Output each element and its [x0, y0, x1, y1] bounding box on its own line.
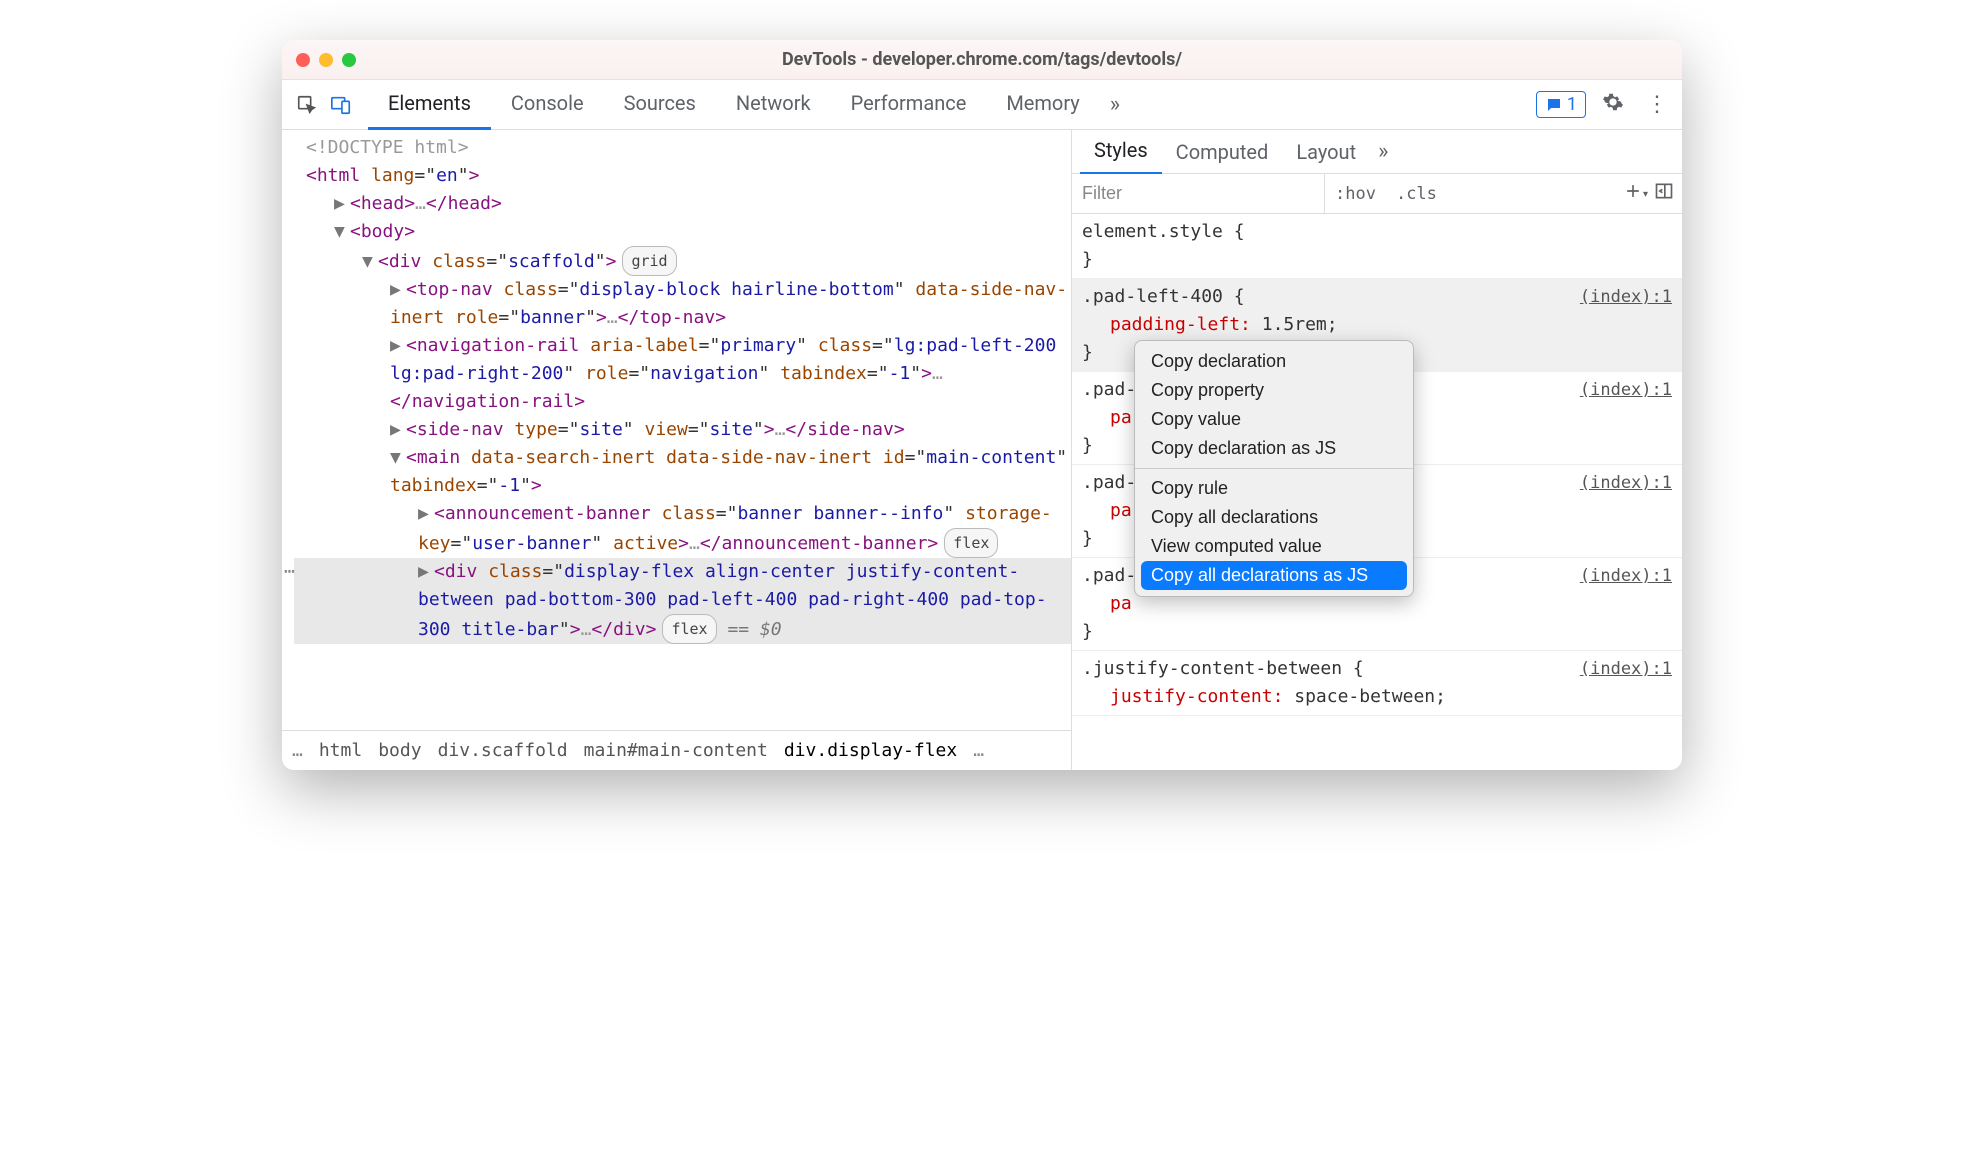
devtools-window: DevTools - developer.chrome.com/tags/dev…: [282, 40, 1682, 770]
styles-tab-computed[interactable]: Computed: [1162, 130, 1283, 174]
style-rule[interactable]: .justify-content-between {(index):1justi…: [1072, 651, 1682, 716]
window-title: DevTools - developer.chrome.com/tags/dev…: [282, 49, 1682, 70]
settings-gear-icon[interactable]: [1596, 91, 1630, 118]
close-window-button[interactable]: [296, 53, 310, 67]
dom-tree[interactable]: <!DOCTYPE html><html lang="en">▶<head>…<…: [282, 130, 1071, 730]
dom-node[interactable]: ▼<body>: [294, 218, 1071, 246]
new-style-rule-icon[interactable]: ▾: [1623, 181, 1648, 206]
traffic-lights: [296, 53, 356, 67]
context-menu-item[interactable]: Copy value: [1135, 405, 1413, 434]
source-link[interactable]: (index):1: [1580, 283, 1672, 311]
context-menu-item[interactable]: Copy all declarations as JS: [1141, 561, 1407, 590]
source-link[interactable]: (index):1: [1580, 655, 1672, 683]
breadcrumb-item[interactable]: body: [378, 740, 421, 761]
breadcrumb-overflow-right[interactable]: …: [973, 740, 984, 761]
dom-node[interactable]: <html lang="en">: [294, 162, 1071, 190]
styles-tab-layout[interactable]: Layout: [1282, 130, 1370, 174]
breadcrumb-item[interactable]: main#main-content: [584, 740, 768, 761]
dom-node[interactable]: ▶<navigation-rail aria-label="primary" c…: [294, 332, 1071, 416]
tab-console[interactable]: Console: [491, 79, 604, 130]
dom-node[interactable]: ▶<announcement-banner class="banner bann…: [294, 500, 1071, 558]
breadcrumb-overflow-left[interactable]: …: [292, 740, 303, 761]
styles-filter-input[interactable]: [1072, 174, 1325, 213]
source-link[interactable]: (index):1: [1580, 469, 1672, 497]
styles-tabs: StylesComputedLayout»: [1072, 130, 1682, 174]
breadcrumb-item[interactable]: div.scaffold: [438, 740, 568, 761]
more-tabs-button[interactable]: »: [1100, 92, 1130, 117]
context-menu-item[interactable]: View computed value: [1135, 532, 1413, 561]
dom-node[interactable]: ▼<main data-search-inert data-side-nav-i…: [294, 444, 1071, 500]
device-toggle-icon[interactable]: [324, 88, 358, 122]
issues-count: 1: [1567, 94, 1577, 115]
tab-network[interactable]: Network: [716, 79, 831, 130]
dom-node[interactable]: ⋯▶<div class="display-flex align-center …: [294, 558, 1071, 644]
class-toggle[interactable]: .cls: [1386, 184, 1447, 204]
breadcrumb-item[interactable]: html: [319, 740, 362, 761]
elements-panel: <!DOCTYPE html><html lang="en">▶<head>…<…: [282, 130, 1072, 770]
maximize-window-button[interactable]: [342, 53, 356, 67]
computed-pane-toggle-icon[interactable]: [1654, 181, 1674, 206]
panel-tabs: ElementsConsoleSourcesNetworkPerformance…: [368, 79, 1100, 130]
main-toolbar: ElementsConsoleSourcesNetworkPerformance…: [282, 80, 1682, 130]
source-link[interactable]: (index):1: [1580, 376, 1672, 404]
tab-performance[interactable]: Performance: [831, 79, 987, 130]
issues-button[interactable]: 1: [1536, 91, 1586, 118]
window-titlebar: DevTools - developer.chrome.com/tags/dev…: [282, 40, 1682, 80]
minimize-window-button[interactable]: [319, 53, 333, 67]
styles-tab-styles[interactable]: Styles: [1080, 130, 1162, 175]
dom-node[interactable]: <!DOCTYPE html>: [294, 134, 1071, 162]
more-menu-icon[interactable]: ⋮: [1640, 92, 1674, 117]
dom-node[interactable]: ▶<side-nav type="site" view="site">…</si…: [294, 416, 1071, 444]
dom-node[interactable]: ▼<div class="scaffold">grid: [294, 246, 1071, 276]
styles-filter-row: :hov .cls ▾: [1072, 174, 1682, 214]
main-area: <!DOCTYPE html><html lang="en">▶<head>…<…: [282, 130, 1682, 770]
dom-node[interactable]: ▶<top-nav class="display-block hairline-…: [294, 276, 1071, 332]
context-menu-item[interactable]: Copy property: [1135, 376, 1413, 405]
context-menu-item[interactable]: Copy all declarations: [1135, 503, 1413, 532]
tab-memory[interactable]: Memory: [986, 79, 1099, 130]
style-rule[interactable]: element.style {}: [1072, 214, 1682, 279]
context-menu-item[interactable]: Copy declaration: [1135, 347, 1413, 376]
context-menu-item[interactable]: Copy rule: [1135, 474, 1413, 503]
breadcrumb-item[interactable]: div.display-flex: [784, 740, 957, 761]
breadcrumb: … html body div.scaffold main#main-content d…: [282, 730, 1071, 770]
context-menu-item[interactable]: Copy declaration as JS: [1135, 434, 1413, 463]
inspect-element-icon[interactable]: [290, 88, 324, 122]
hover-toggle[interactable]: :hov: [1325, 184, 1386, 204]
source-link[interactable]: (index):1: [1580, 562, 1672, 590]
dom-node[interactable]: ▶<head>…</head>: [294, 190, 1071, 218]
context-menu: Copy declarationCopy propertyCopy valueC…: [1134, 340, 1414, 597]
tab-sources[interactable]: Sources: [604, 79, 716, 130]
styles-panel: StylesComputedLayout» :hov .cls ▾ elemen…: [1072, 130, 1682, 770]
tab-elements[interactable]: Elements: [368, 79, 491, 130]
styles-tabs-more[interactable]: »: [1370, 139, 1396, 164]
